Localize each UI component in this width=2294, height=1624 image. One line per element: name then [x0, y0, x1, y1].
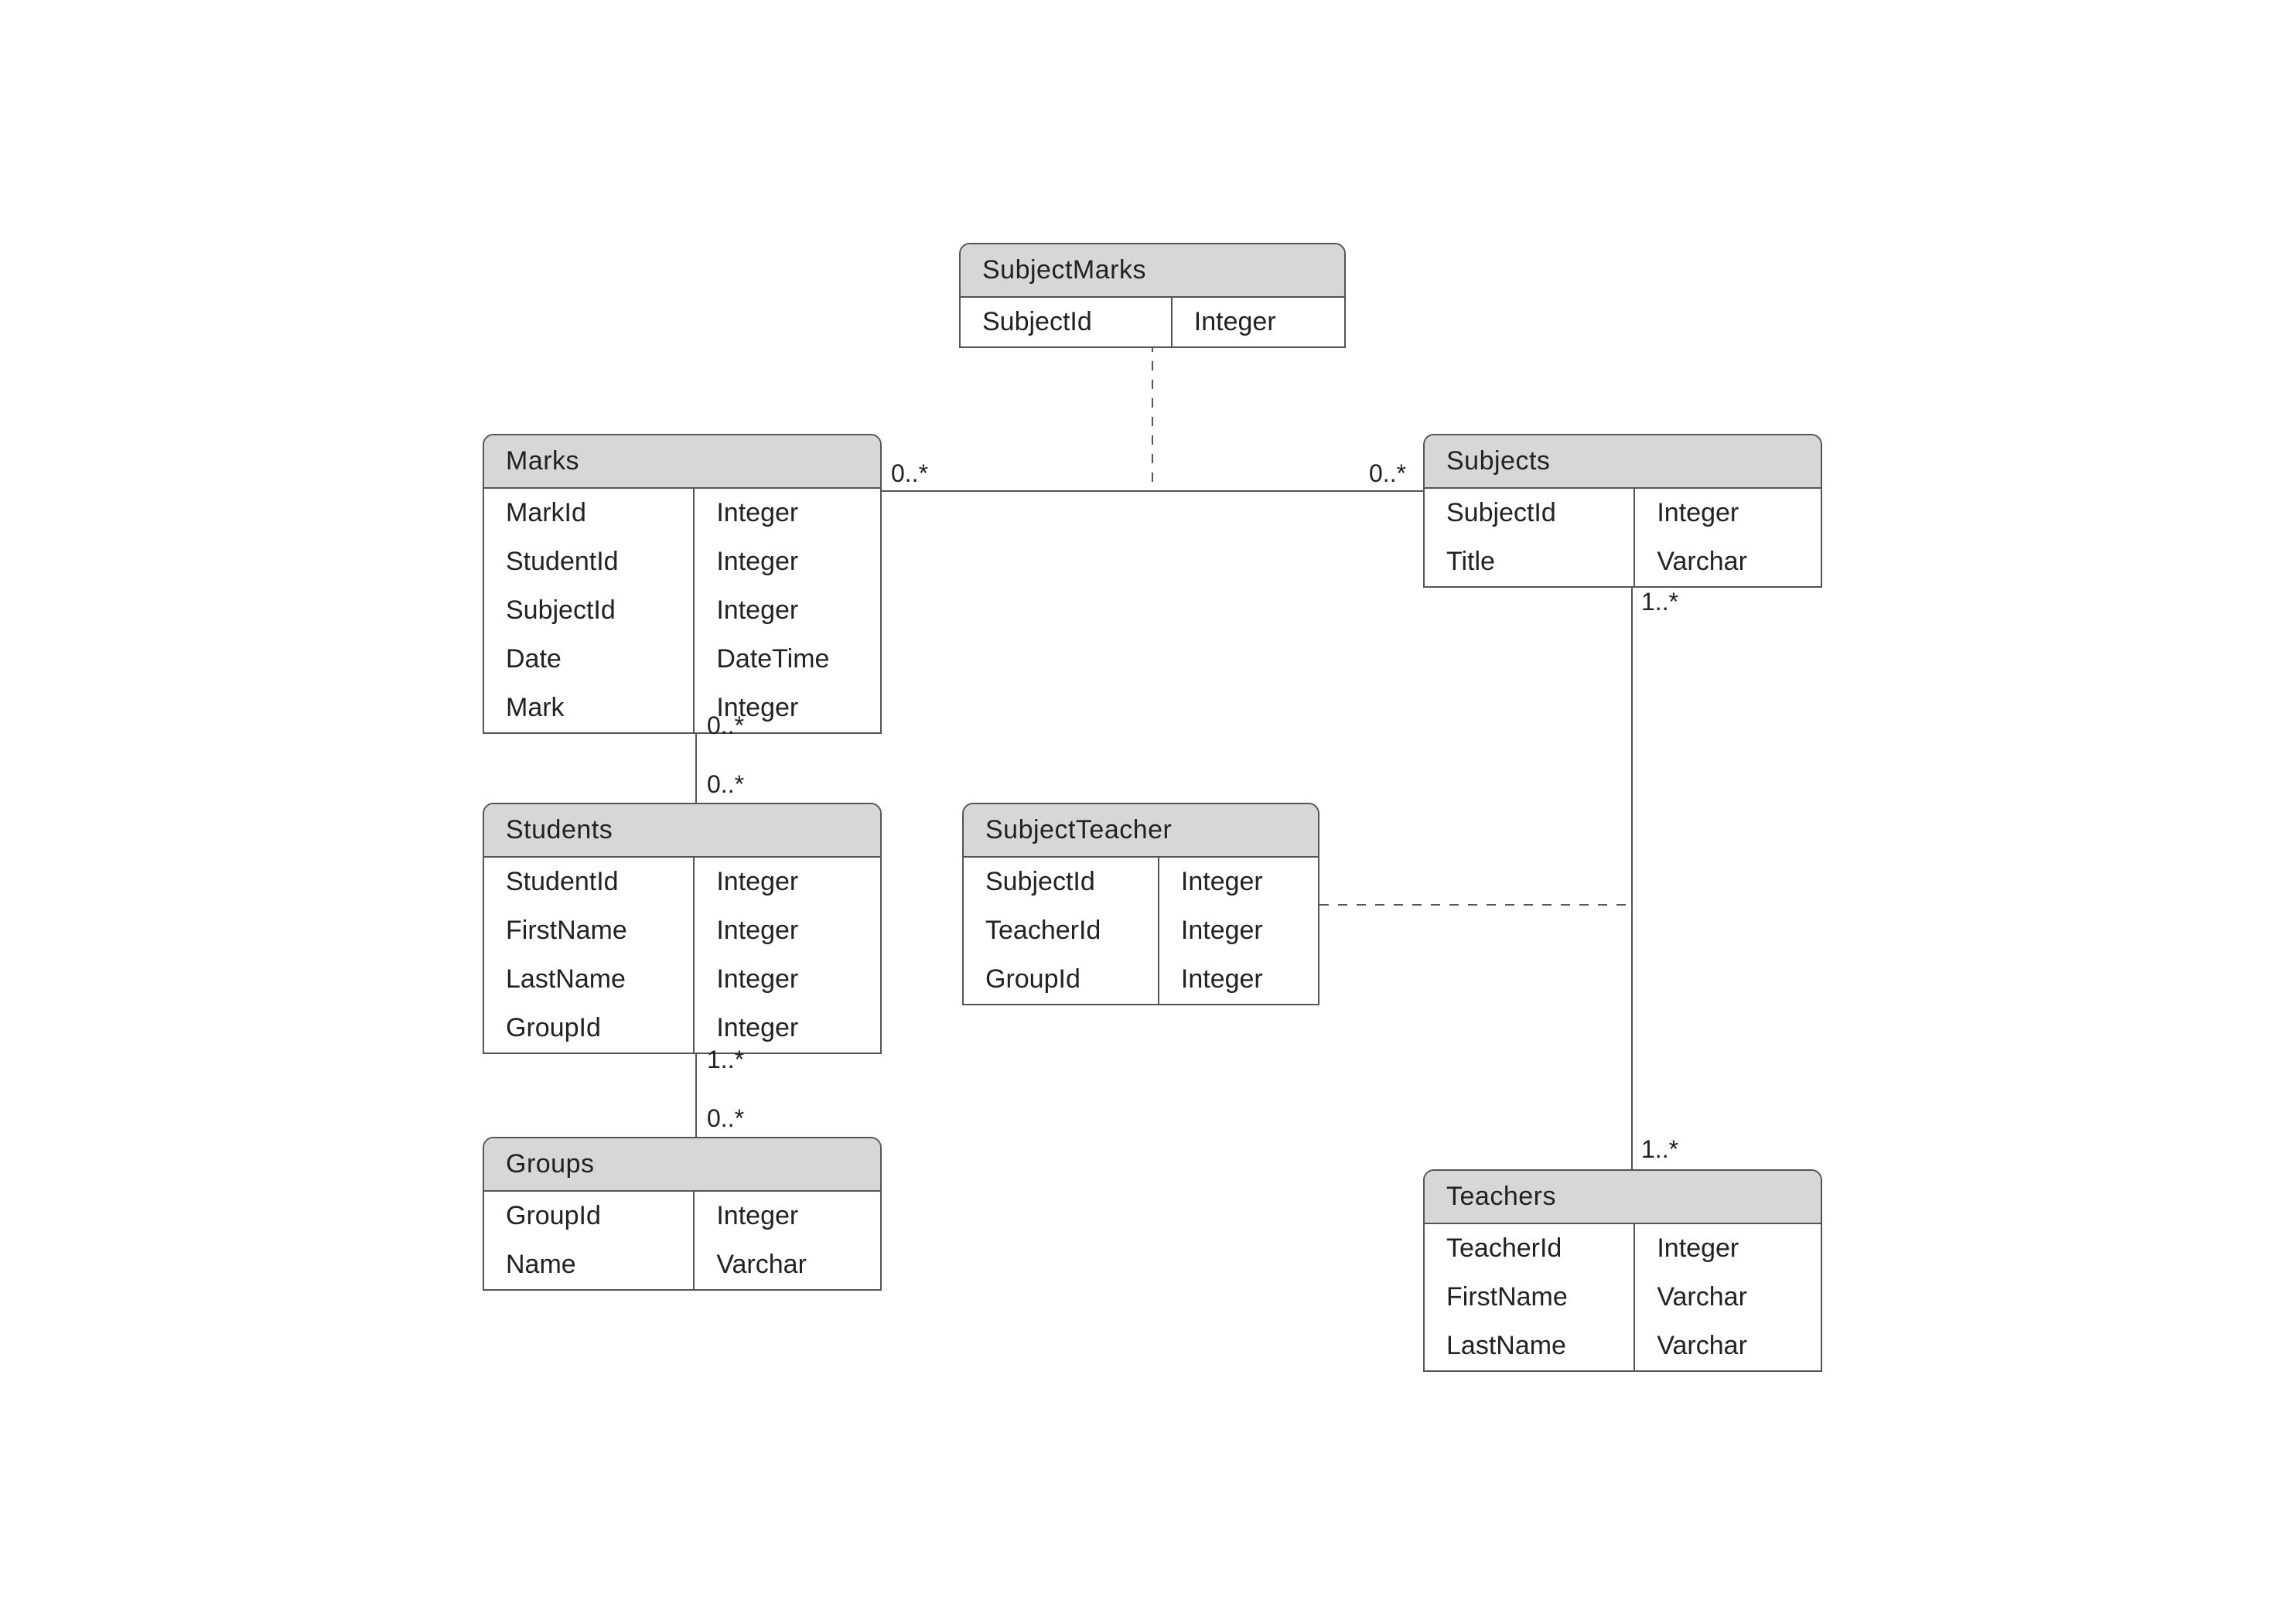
attribute-name: FirstName: [484, 906, 694, 955]
entity-row: StudentId Integer: [484, 537, 880, 586]
entity-row: MarkId Integer: [484, 489, 880, 537]
entity-title: Subjects: [1425, 435, 1821, 489]
entity-groups: Groups GroupId Integer Name Varchar: [483, 1137, 882, 1291]
entity-row: Name Varchar: [484, 1240, 880, 1289]
attribute-type: DateTime: [694, 635, 880, 684]
multiplicity-marks-side: 0..*: [707, 711, 744, 740]
entity-row: LastName Integer: [484, 955, 880, 1004]
attribute-type: Integer: [694, 537, 880, 586]
multiplicity-marks-subjects-right: 0..*: [1369, 459, 1406, 488]
entity-row: TeacherId Integer: [1425, 1224, 1821, 1273]
entity-title: Marks: [484, 435, 880, 489]
entity-row: FirstName Varchar: [1425, 1273, 1821, 1322]
entity-rows: SubjectId Integer: [961, 298, 1344, 346]
attribute-type: Integer: [694, 858, 880, 906]
entity-row: TeacherId Integer: [964, 906, 1318, 955]
entity-title: Groups: [484, 1138, 880, 1192]
attribute-type: Varchar: [694, 1240, 880, 1289]
attribute-name: SubjectId: [1425, 489, 1634, 537]
entity-rows: SubjectId Integer TeacherId Integer Grou…: [964, 858, 1318, 1004]
entity-rows: StudentId Integer FirstName Integer Last…: [484, 858, 880, 1053]
entity-row: SubjectId Integer: [1425, 489, 1821, 537]
attribute-name: Date: [484, 635, 694, 684]
attribute-type: Integer: [1159, 858, 1318, 906]
attribute-type: Integer: [1159, 906, 1318, 955]
attribute-name: GroupId: [484, 1192, 694, 1240]
entity-rows: GroupId Integer Name Varchar: [484, 1192, 880, 1289]
entity-row: FirstName Integer: [484, 906, 880, 955]
entity-marks: Marks MarkId Integer StudentId Integer S…: [483, 434, 882, 734]
entity-row: GroupId Integer: [484, 1192, 880, 1240]
entity-row: LastName Varchar: [1425, 1322, 1821, 1370]
entity-title: SubjectMarks: [961, 244, 1344, 298]
attribute-type: Varchar: [1634, 1273, 1821, 1322]
entity-teachers: Teachers TeacherId Integer FirstName Var…: [1423, 1169, 1822, 1372]
attribute-type: Integer: [1634, 1224, 1821, 1273]
entity-rows: SubjectId Integer Title Varchar: [1425, 489, 1821, 586]
attribute-type: Varchar: [1634, 1322, 1821, 1370]
entity-title: Students: [484, 804, 880, 858]
attribute-type: Integer: [694, 906, 880, 955]
entity-rows: MarkId Integer StudentId Integer Subject…: [484, 489, 880, 732]
entity-title: Teachers: [1425, 1171, 1821, 1224]
attribute-name: MarkId: [484, 489, 694, 537]
attribute-name: StudentId: [484, 858, 694, 906]
entity-row: StudentId Integer: [484, 858, 880, 906]
attribute-name: LastName: [484, 955, 694, 1004]
attribute-type: Integer: [1172, 298, 1344, 346]
multiplicity-students-side-top: 0..*: [707, 770, 744, 799]
attribute-name: SubjectId: [964, 858, 1159, 906]
entity-row: GroupId Integer: [964, 955, 1318, 1004]
attribute-type: Integer: [694, 586, 880, 635]
attribute-type: Integer: [1634, 489, 1821, 537]
entity-subjectteacher: SubjectTeacher SubjectId Integer Teacher…: [962, 803, 1319, 1005]
entity-subjectmarks: SubjectMarks SubjectId Integer: [959, 243, 1346, 348]
entity-title: SubjectTeacher: [964, 804, 1318, 858]
attribute-name: Mark: [484, 684, 694, 732]
entity-rows: TeacherId Integer FirstName Varchar Last…: [1425, 1224, 1821, 1370]
entity-row: SubjectId Integer: [484, 586, 880, 635]
entity-row: SubjectId Integer: [961, 298, 1344, 346]
attribute-name: GroupId: [484, 1004, 694, 1053]
attribute-type: Integer: [694, 489, 880, 537]
attribute-type: Integer: [694, 1192, 880, 1240]
attribute-name: SubjectId: [961, 298, 1172, 346]
attribute-name: TeacherId: [964, 906, 1159, 955]
entity-row: GroupId Integer: [484, 1004, 880, 1053]
multiplicity-subjects-side: 1..*: [1641, 588, 1678, 616]
multiplicity-teachers-side: 1..*: [1641, 1135, 1678, 1164]
entity-row: Mark Integer: [484, 684, 880, 732]
diagram-canvas: SubjectMarks SubjectId Integer Marks Mar…: [0, 0, 2294, 1624]
attribute-name: TeacherId: [1425, 1224, 1634, 1273]
attribute-name: Name: [484, 1240, 694, 1289]
multiplicity-students-side-bottom: 1..*: [707, 1046, 744, 1074]
attribute-name: SubjectId: [484, 586, 694, 635]
entity-subjects: Subjects SubjectId Integer Title Varchar: [1423, 434, 1822, 588]
attribute-type: Integer: [1159, 955, 1318, 1004]
entity-row: Date DateTime: [484, 635, 880, 684]
multiplicity-marks-subjects-left: 0..*: [891, 459, 928, 488]
multiplicity-groups-side: 0..*: [707, 1104, 744, 1133]
attribute-name: GroupId: [964, 955, 1159, 1004]
entity-students: Students StudentId Integer FirstName Int…: [483, 803, 882, 1054]
attribute-type: Integer: [694, 955, 880, 1004]
attribute-name: FirstName: [1425, 1273, 1634, 1322]
entity-row: SubjectId Integer: [964, 858, 1318, 906]
attribute-name: LastName: [1425, 1322, 1634, 1370]
attribute-type: Varchar: [1634, 537, 1821, 586]
entity-row: Title Varchar: [1425, 537, 1821, 586]
attribute-name: StudentId: [484, 537, 694, 586]
attribute-name: Title: [1425, 537, 1634, 586]
